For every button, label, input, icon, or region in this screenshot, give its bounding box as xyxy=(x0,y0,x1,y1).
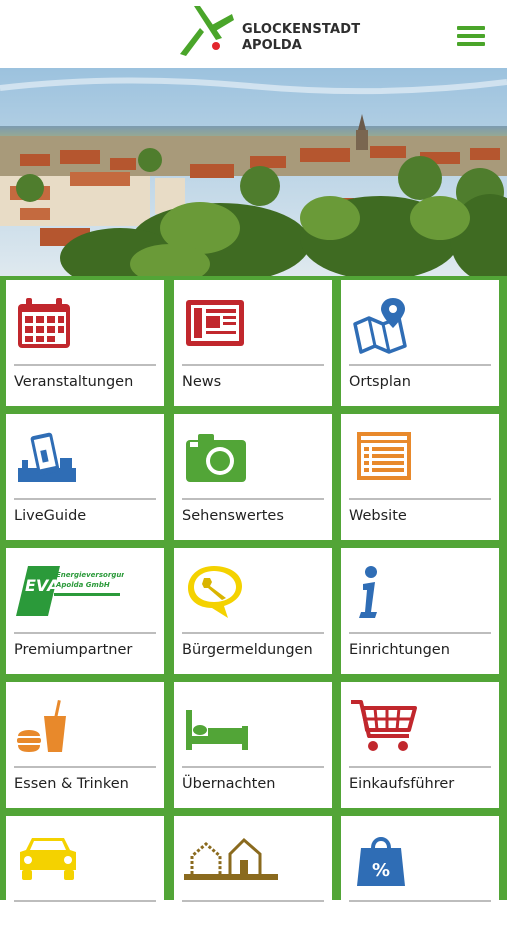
shopping-cart-icon xyxy=(351,700,417,751)
camera-icon xyxy=(186,434,246,482)
tile-car[interactable] xyxy=(6,816,164,942)
tile-essen-trinken[interactable]: Essen & Trinken xyxy=(6,682,164,808)
tile-label: Ortsplan xyxy=(349,374,411,390)
houses-icon xyxy=(184,837,278,880)
tile-buergermeldungen[interactable]: Bürgermeldungen xyxy=(174,548,332,674)
menu-grid: Veranstaltungen News Ortsplan LiveGuide … xyxy=(0,276,507,942)
info-icon xyxy=(359,566,377,618)
eva-logo-icon: EVA Energieversorgung Apolda GmbH xyxy=(16,566,124,616)
apolda-logo[interactable]: GLOCKENSTADT APOLDA xyxy=(170,4,360,64)
tile-label: Sehenswertes xyxy=(182,508,284,524)
tile-website[interactable]: Website xyxy=(341,414,499,540)
map-pin-icon xyxy=(353,298,407,354)
tile-news[interactable]: News xyxy=(174,280,332,406)
tile-label: Übernachten xyxy=(182,776,276,792)
tile-liveguide[interactable]: LiveGuide xyxy=(6,414,164,540)
app-header: GLOCKENSTADT APOLDA xyxy=(0,0,507,68)
eva-logo-subtext: Energieversorgung xyxy=(56,571,124,579)
tile-label: News xyxy=(182,374,222,390)
tile-uebernachten[interactable]: Übernachten xyxy=(174,682,332,808)
bed-icon xyxy=(186,710,248,750)
wrench-bubble-icon xyxy=(188,566,242,618)
tile-label: Einkaufsführer xyxy=(349,776,455,792)
liveguide-icon xyxy=(18,432,76,482)
tile-premiumpartner[interactable]: EVA Energieversorgung Apolda GmbH Premiu… xyxy=(6,548,164,674)
food-drink-icon xyxy=(17,699,66,752)
eva-logo-subtext: Apolda GmbH xyxy=(55,581,110,589)
tile-label: Veranstaltungen xyxy=(14,374,134,390)
tile-ortsplan[interactable]: Ortsplan xyxy=(341,280,499,406)
town-panorama-image xyxy=(0,68,507,276)
newspaper-icon xyxy=(186,300,244,346)
tile-einrichtungen[interactable]: Einrichtungen xyxy=(341,548,499,674)
tile-label: Website xyxy=(349,508,407,524)
logo-title: GLOCKENSTADT xyxy=(242,22,361,37)
tile-sehenswertes[interactable]: Sehenswertes xyxy=(174,414,332,540)
tile-label: Essen & Trinken xyxy=(14,776,129,792)
shopping-bag-icon: % xyxy=(357,837,405,886)
tile-einkaufsfuehrer[interactable]: Einkaufsführer xyxy=(341,682,499,808)
hamburger-menu-icon[interactable] xyxy=(457,26,485,48)
logo-mark-icon xyxy=(180,6,234,56)
tile-label: Premiumpartner xyxy=(14,642,133,658)
tile-houses[interactable] xyxy=(174,816,332,942)
logo-subtitle: APOLDA xyxy=(242,38,302,53)
tile-shopping-bag[interactable]: % xyxy=(341,816,499,942)
eva-logo-text: EVA xyxy=(25,576,60,595)
website-icon xyxy=(357,432,411,480)
tile-label: Bürgermeldungen xyxy=(182,642,313,658)
tile-veranstaltungen[interactable]: Veranstaltungen xyxy=(6,280,164,406)
calendar-icon xyxy=(18,298,70,348)
tile-label: Einrichtungen xyxy=(349,642,450,658)
car-icon xyxy=(20,838,76,880)
tile-label: LiveGuide xyxy=(14,508,87,524)
bag-percent-glyph: % xyxy=(372,860,390,881)
